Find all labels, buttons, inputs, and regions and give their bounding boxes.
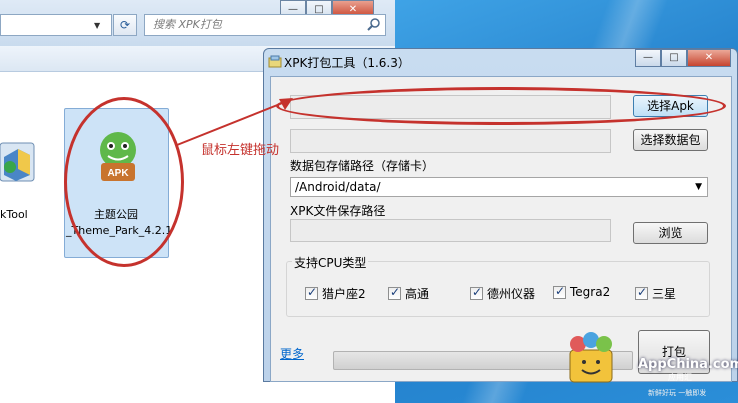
cpu-checkbox-samsung[interactable]: 三星 [635,285,676,302]
explorer-titlebar: — □ ✕ ▼ ⟳ 搜索 XPK打包 [0,0,395,46]
data-path-field[interactable] [290,129,611,153]
select-data-button[interactable]: 选择数据包 [633,129,708,151]
app-icon [268,55,282,68]
highlight-ellipse-file [64,97,184,267]
xpk-save-field[interactable] [290,219,611,242]
highlight-ellipse-apk-field [276,87,726,125]
xpk-save-label: XPK文件保存路径 [290,204,386,218]
close-button[interactable]: ✕ [687,49,731,67]
watermark-text: AppChina.com [638,357,738,372]
dialog-title: XPK打包工具（1.6.3） [284,56,410,70]
watermark-tagline: 新鲜好玩 一触即发 [648,389,707,397]
storage-path-label: 数据包存储路径（存储卡） [290,159,435,173]
cpu-checkbox-qualcomm[interactable]: 高通 [388,285,429,302]
cpu-checkbox-exynos[interactable]: 猎户座2 [305,285,366,302]
installer-file-icon[interactable] [0,135,40,185]
search-icon [367,18,380,31]
watermark-sub: 应用汇 [668,373,692,382]
maximize-button[interactable]: □ [661,49,687,67]
cpu-checkbox-tegra2[interactable]: Tegra2 [553,284,610,299]
storage-path-value: /Android/data/ [295,180,381,194]
refresh-icon[interactable]: ⟳ [113,14,137,36]
minimize-button[interactable]: — [635,49,661,67]
search-input[interactable]: 搜索 XPK打包 [144,14,386,36]
more-link[interactable]: 更多 [280,345,304,362]
drag-instruction: 鼠标左键拖动 [201,143,280,158]
cpu-group-title: 支持CPU类型 [292,254,369,271]
chevron-down-icon[interactable]: ▼ [94,21,100,30]
chevron-down-icon[interactable]: ▼ [695,178,702,196]
storage-path-select[interactable]: /Android/data/ ▼ [290,177,708,197]
cpu-checkbox-ti[interactable]: 德州仪器 [470,285,535,302]
appchina-logo [569,332,613,383]
file-name-label: kTool [0,208,28,221]
browse-button[interactable]: 浏览 [633,222,708,244]
address-bar[interactable]: ▼ [0,14,112,36]
